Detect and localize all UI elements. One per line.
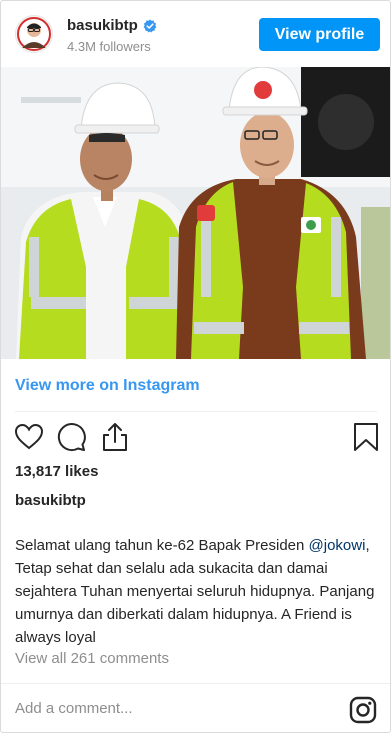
post-actions bbox=[13, 421, 379, 453]
add-comment-input[interactable]: Add a comment... bbox=[15, 700, 133, 717]
comment-icon[interactable] bbox=[55, 421, 87, 453]
divider bbox=[15, 411, 377, 412]
post-header: basukibtp 4.3M followers View profile bbox=[1, 1, 390, 67]
verified-badge-icon bbox=[143, 19, 157, 33]
post-caption: Selamat ulang tahun ke-62 Bapak Presiden… bbox=[15, 534, 381, 649]
caption-author[interactable]: basukibtp bbox=[15, 492, 86, 509]
like-count[interactable]: 13,817 likes bbox=[15, 463, 98, 480]
post-photo[interactable] bbox=[1, 67, 390, 359]
bookmark-icon[interactable] bbox=[350, 421, 382, 453]
caption-text: Selamat ulang tahun ke-62 Bapak Presiden bbox=[15, 537, 309, 554]
instagram-logo-icon[interactable] bbox=[349, 696, 377, 724]
heart-icon[interactable] bbox=[13, 421, 45, 453]
view-more-link[interactable]: View more on Instagram bbox=[15, 377, 200, 395]
avatar[interactable] bbox=[15, 15, 53, 53]
instagram-embed-card: basukibtp 4.3M followers View profile Vi… bbox=[0, 0, 391, 733]
view-profile-button[interactable]: View profile bbox=[259, 18, 380, 51]
mention-link[interactable]: @jokowi bbox=[309, 537, 366, 554]
view-all-comments-link[interactable]: View all 261 comments bbox=[15, 650, 169, 667]
follower-count: 4.3M followers bbox=[67, 39, 151, 54]
username-row: basukibtp bbox=[67, 17, 157, 34]
username[interactable]: basukibtp bbox=[67, 17, 138, 34]
add-comment-bar: Add a comment... bbox=[1, 683, 390, 732]
share-icon[interactable] bbox=[99, 421, 131, 453]
